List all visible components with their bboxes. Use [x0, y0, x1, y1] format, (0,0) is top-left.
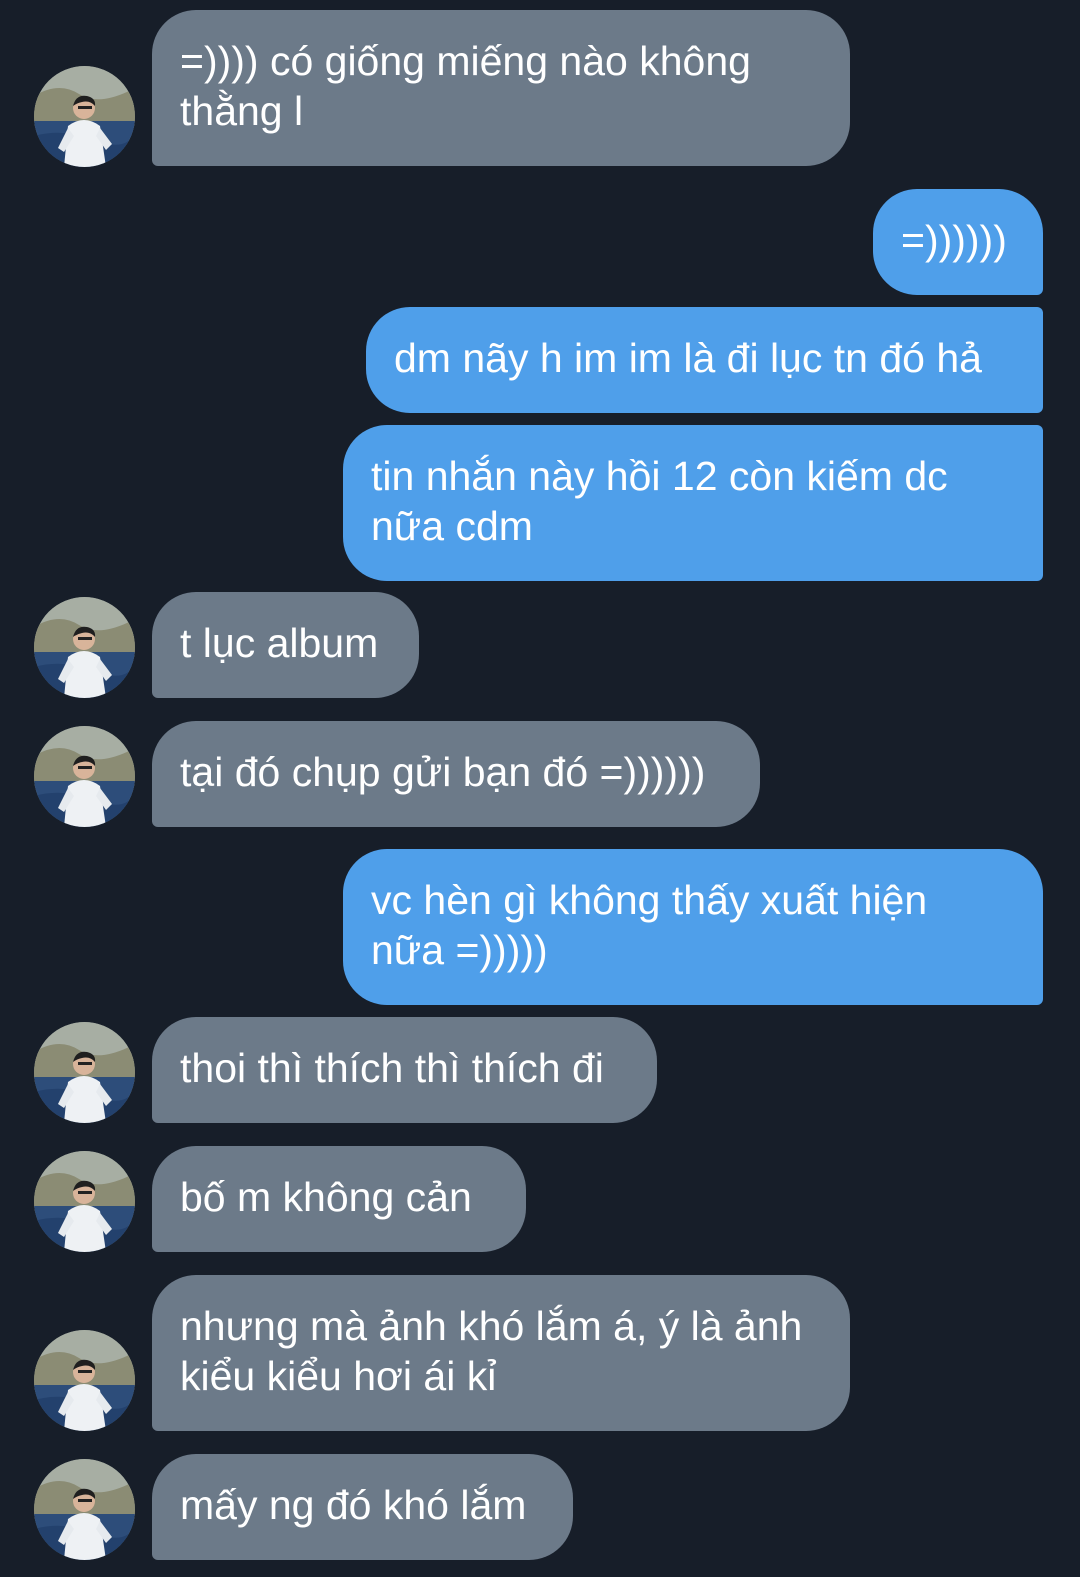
- message-bubble-incoming[interactable]: mấy ng đó khó lắm: [152, 1454, 573, 1560]
- contact-avatar[interactable]: [34, 1022, 135, 1123]
- contact-avatar[interactable]: [34, 1151, 135, 1252]
- message-bubble-incoming[interactable]: nhưng mà ảnh khó lắm á, ý là ảnh kiểu ki…: [152, 1275, 850, 1431]
- message-bubble-outgoing[interactable]: dm nãy h im im là đi lục tn đó hả: [366, 307, 1043, 413]
- contact-avatar[interactable]: [34, 726, 135, 827]
- message-bubble-incoming[interactable]: thoi thì thích thì thích đi: [152, 1017, 657, 1123]
- contact-avatar[interactable]: [34, 66, 135, 167]
- contact-avatar[interactable]: [34, 1459, 135, 1560]
- message-bubble-outgoing[interactable]: =)))))): [873, 189, 1043, 295]
- contact-avatar[interactable]: [34, 1330, 135, 1431]
- message-bubble-incoming[interactable]: =)))) có giống miếng nào không thằng l: [152, 10, 850, 166]
- contact-avatar[interactable]: [34, 597, 135, 698]
- message-bubble-outgoing[interactable]: vc hèn gì không thấy xuất hiện nữa =))))…: [343, 849, 1043, 1005]
- message-bubble-incoming[interactable]: bố m không cản: [152, 1146, 526, 1252]
- message-bubble-incoming[interactable]: tại đó chụp gửi bạn đó =)))))): [152, 721, 760, 827]
- chat-thread: =)))) có giống miếng nào không thằng l =…: [0, 0, 1080, 1577]
- message-bubble-outgoing[interactable]: tin nhắn này hồi 12 còn kiếm dc nữa cdm: [343, 425, 1043, 581]
- message-bubble-incoming[interactable]: t lục album: [152, 592, 419, 698]
